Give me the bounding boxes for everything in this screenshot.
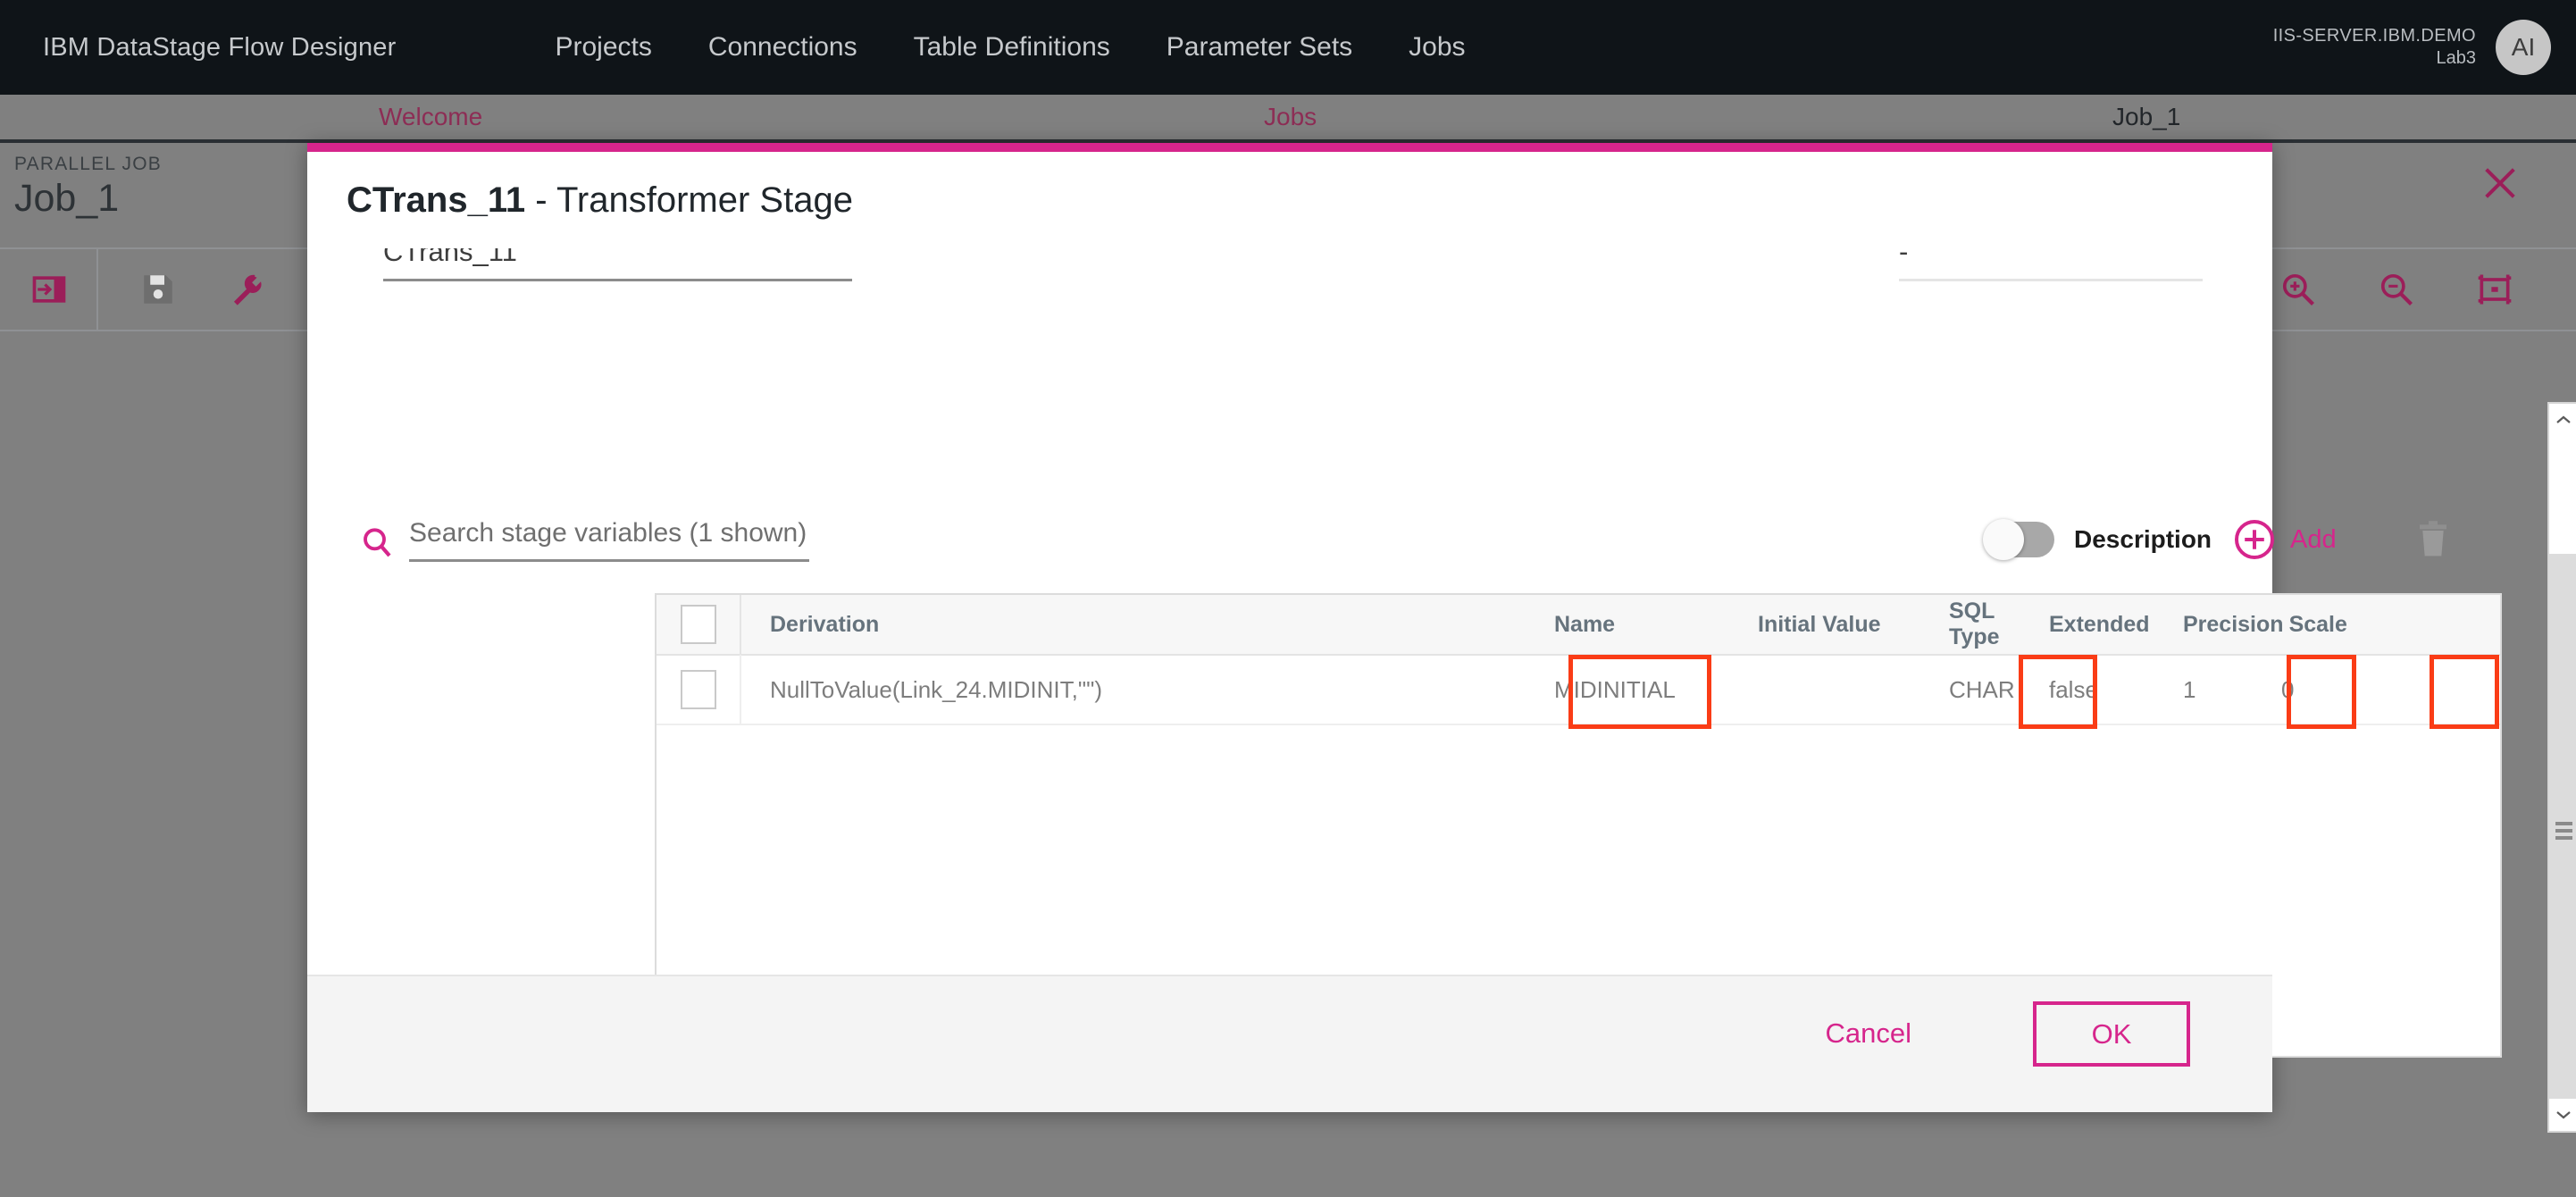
row-checkbox[interactable] xyxy=(680,670,716,709)
search-input[interactable] xyxy=(409,518,809,562)
search-icon xyxy=(364,528,391,557)
dialog-title-stage: CTrans_11 xyxy=(347,180,526,220)
cell-precision[interactable]: 1 xyxy=(2178,676,2276,704)
description-toggle-group: Description xyxy=(1983,519,2212,560)
stage-name-field[interactable]: CTrans_11 xyxy=(383,248,852,281)
cancel-button[interactable]: Cancel xyxy=(1826,1017,1912,1050)
app-root: IBM DataStage Flow Designer Projects Con… xyxy=(0,0,2576,1197)
dialog-title: CTrans_11 - Transformer Stage xyxy=(347,180,853,221)
trash-icon xyxy=(2420,521,2446,557)
column-header-sql-type[interactable]: SQL Type xyxy=(1944,598,2044,650)
add-stage-variable-button[interactable]: Add xyxy=(2233,518,2337,561)
column-header-extended[interactable]: Extended xyxy=(2044,612,2178,638)
modal-overlay: CTrans_11 - Transformer Stage CTrans_11 … xyxy=(0,0,2576,1197)
scrollbar-grip-icon xyxy=(2555,818,2572,843)
row-select-cell xyxy=(657,655,741,724)
secondary-field[interactable]: - xyxy=(1899,248,2203,281)
cell-derivation[interactable]: NullToValue(Link_24.MIDINIT,"") xyxy=(741,676,1545,704)
cell-name[interactable]: MIDINITIAL xyxy=(1545,676,1749,704)
description-toggle[interactable] xyxy=(1983,519,2054,560)
scrolled-fields-row: CTrans_11 - xyxy=(307,248,2272,293)
column-header-initial-value[interactable]: Initial Value xyxy=(1749,612,1944,638)
transformer-stage-dialog: CTrans_11 - Transformer Stage CTrans_11 … xyxy=(307,143,2576,1133)
select-all-cell xyxy=(657,595,741,655)
select-all-checkbox[interactable] xyxy=(680,605,716,644)
ok-button[interactable]: OK xyxy=(2033,1001,2190,1067)
scroll-down-icon[interactable] xyxy=(2549,1099,2576,1131)
add-label: Add xyxy=(2290,524,2337,554)
table-header-row: Derivation Name Initial Value SQL Type E… xyxy=(657,595,2500,656)
search-stage-variables xyxy=(359,518,809,562)
column-header-precision[interactable]: Precision xyxy=(2178,612,2284,638)
cell-sql-type[interactable]: CHAR xyxy=(1944,676,2044,704)
table-row[interactable]: NullToValue(Link_24.MIDINIT,"") MIDINITI… xyxy=(657,655,2500,725)
dialog-title-separator: - xyxy=(525,180,556,220)
dialog-footer: Cancel OK xyxy=(307,975,2272,1112)
scrollbar-thumb[interactable] xyxy=(2549,554,2576,1108)
dialog-title-type: Transformer Stage xyxy=(556,180,853,220)
cell-scale[interactable]: 0 xyxy=(2276,676,2374,704)
description-toggle-label: Description xyxy=(2074,525,2212,553)
delete-stage-variable-button[interactable] xyxy=(2415,520,2451,564)
column-header-name[interactable]: Name xyxy=(1545,612,1749,638)
column-header-scale[interactable]: Scale xyxy=(2284,612,2382,638)
dialog-scrollbar[interactable] xyxy=(2547,402,2576,1133)
plus-circle-icon xyxy=(2235,520,2274,559)
scroll-up-icon[interactable] xyxy=(2549,404,2576,436)
cell-extended[interactable]: false xyxy=(2044,676,2178,704)
toggle-knob xyxy=(1983,519,2024,560)
column-header-derivation[interactable]: Derivation xyxy=(741,612,1545,638)
